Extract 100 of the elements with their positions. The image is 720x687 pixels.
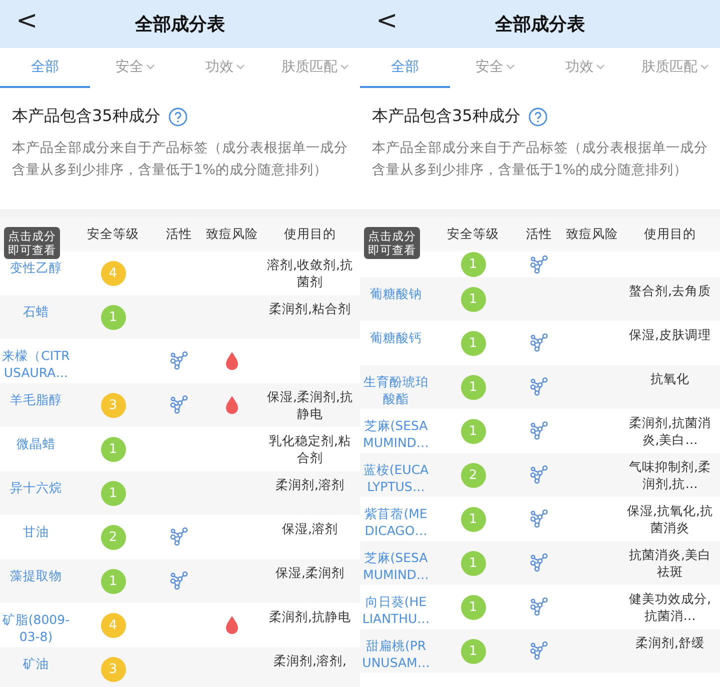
filter-tab[interactable]: 全部 (0, 48, 90, 88)
chevron-down-icon (340, 64, 348, 70)
safety-grade: 1 (100, 436, 126, 462)
drop-icon (224, 395, 240, 415)
ingredient-row[interactable]: 羊毛脂醇 3 保湿,柔润剂,抗静电 (0, 383, 360, 427)
page-title: 全部成分表 (135, 13, 225, 36)
ingredient-name[interactable]: 石蜡 (0, 303, 72, 320)
ingredient-name[interactable]: 甜扁桃(PRUNUSAM… (360, 637, 432, 671)
filter-tab[interactable]: 全部 (360, 48, 450, 88)
column-header: 致痘风险 (205, 226, 259, 242)
description-text: 本产品全部成分来自于产品标签（成分表根据单一成分含量从多到少排序，含量低于1%的成分随意排列） (11, 139, 349, 180)
usage-purpose: 柔润剂,抗菌消炎,美白… (628, 414, 712, 448)
safety-grade: 4 (100, 260, 126, 286)
safety-grade: 1 (460, 286, 486, 312)
molecule-icon (529, 597, 549, 617)
safety-grade: 1 (460, 374, 486, 400)
ingredient-name[interactable]: 生育酚琥珀酸酯 (360, 373, 432, 407)
safety-grade: 1 (100, 304, 126, 330)
molecule-icon (169, 351, 189, 371)
chevron-down-icon (146, 64, 154, 70)
ingredient-name[interactable]: 蓝桉(EUCALYPTUS… (360, 461, 432, 495)
chevron-down-icon (596, 64, 604, 70)
column-header: 活性 (165, 226, 193, 242)
filter-tab[interactable]: 安全 (90, 48, 180, 88)
ingredient-name[interactable]: 芝麻(SESAMUMIND… (360, 549, 432, 583)
ingredient-name[interactable]: 紫苜蓿(MEDICAGO… (360, 505, 432, 539)
help-icon[interactable] (528, 106, 548, 126)
safety-grade: 1 (460, 330, 486, 356)
safety-grade: 1 (460, 252, 486, 277)
usage-purpose: 柔润剂,溶剂, (272, 652, 348, 669)
page-title: 全部成分表 (495, 13, 585, 36)
safety-grade: 2 (460, 462, 486, 488)
filter-tab[interactable]: 功效 (540, 48, 630, 88)
safety-grade: 1 (460, 550, 486, 576)
molecule-icon (169, 571, 189, 591)
chevron-down-icon (506, 64, 514, 70)
safety-grade: 4 (100, 612, 126, 638)
chevron-down-icon (236, 64, 244, 70)
ingredient-name[interactable]: 向日葵(HELIANTHU… (360, 593, 432, 627)
ingredient-name[interactable]: 芝麻(SESAMUMIND… (360, 417, 432, 451)
usage-purpose: 柔润剂,粘合剂 (268, 300, 352, 317)
ingredient-name[interactable]: 羊毛脂醇 (0, 391, 72, 408)
molecule-icon (529, 421, 549, 441)
ingredient-row[interactable]: 藻提取物 1 保湿,柔润剂 (0, 559, 360, 603)
chevron-down-icon (700, 64, 708, 70)
ingredient-row[interactable]: 芝麻(SESAMUMIND… 1 抗菌消炎,美白祛斑 (360, 541, 720, 585)
ingredient-row[interactable]: 葡糖酸钠 1 螯合剂,去角质 (360, 277, 720, 321)
filter-tab[interactable]: 功效 (180, 48, 270, 88)
usage-purpose: 柔润剂,抗静电 (268, 608, 352, 625)
usage-purpose: 抗菌消炎,美白祛斑 (628, 546, 712, 580)
usage-purpose: 溶剂,收敛剂,抗菌剂 (266, 256, 354, 290)
ingredient-row[interactable]: 矿油 3 柔润剂,溶剂, (0, 647, 360, 687)
safety-grade: 3 (100, 656, 126, 682)
safety-grade: 1 (100, 480, 126, 506)
column-header: 安全等级 (446, 226, 500, 242)
safety-grade: 1 (460, 418, 486, 444)
drop-icon (224, 615, 240, 635)
column-header: 使用目的 (283, 226, 337, 242)
help-icon[interactable] (168, 106, 188, 126)
molecule-icon (529, 254, 549, 274)
usage-purpose: 保湿,抗氧化,抗菌消炎 (626, 502, 714, 536)
ingredient-row[interactable]: 石蜡 1 柔润剂,粘合剂 (0, 295, 360, 339)
ingredient-name[interactable]: 矿油 (0, 655, 72, 672)
molecule-icon (529, 465, 549, 485)
ingredient-name[interactable]: 矿脂(8009-03-8) (0, 611, 72, 645)
filter-tab[interactable]: 肤质匹配 (270, 48, 360, 88)
back-button[interactable]: < (10, 6, 44, 36)
ingredient-row[interactable]: 蓝桉(EUCALYPTUS… 2 气味抑制剂,柔润剂,抗… (360, 453, 720, 497)
usage-purpose: 柔润剂,舒缓 (634, 634, 706, 651)
drop-icon (224, 351, 240, 371)
usage-purpose: 保湿,柔润剂,抗静电 (266, 388, 354, 422)
ingredient-name[interactable]: 异十六烷 (0, 479, 72, 496)
hint-tooltip: 点击成分即可查看 (4, 227, 60, 259)
molecule-icon (169, 395, 189, 415)
filter-tab[interactable]: 肤质匹配 (630, 48, 720, 88)
ingredient-row[interactable]: 甜扁桃(PRUNUSAM… 1 柔润剂,舒缓 (360, 629, 720, 673)
safety-grade: 3 (100, 392, 126, 418)
column-header: 使用目的 (643, 226, 697, 242)
molecule-icon (529, 333, 549, 353)
molecule-icon (529, 377, 549, 397)
ingredient-name[interactable]: 来檬（CITRUSAURA… (0, 347, 72, 381)
ingredient-name[interactable]: 葡糖酸钙 (360, 329, 432, 346)
ingredient-row[interactable]: 异十六烷 1 柔润剂,溶剂 (0, 471, 360, 515)
safety-grade: 1 (460, 506, 486, 532)
usage-purpose: 健美功效成分,抗菌消… (628, 590, 712, 624)
ingredient-name[interactable]: 葡糖酸钠 (360, 285, 432, 302)
ingredient-name[interactable]: 变性乙醇 (0, 259, 72, 276)
filter-tab[interactable]: 安全 (450, 48, 540, 88)
usage-purpose: 柔润剂,溶剂 (274, 476, 346, 493)
molecule-icon (529, 641, 549, 661)
ingredient-row[interactable]: 生育酚琥珀酸酯 1 抗氧化 (360, 365, 720, 409)
ingredient-name[interactable]: 藻提取物 (0, 567, 72, 584)
back-button[interactable]: < (370, 6, 404, 36)
ingredient-name[interactable]: 微晶蜡 (0, 435, 72, 452)
column-header: 活性 (525, 226, 553, 242)
ingredient-name[interactable]: 甘油 (0, 523, 72, 540)
molecule-icon (169, 527, 189, 547)
safety-grade: 1 (460, 594, 486, 620)
safety-grade: 1 (100, 568, 126, 594)
usage-purpose: 气味抑制剂,柔润剂,抗… (628, 458, 712, 492)
